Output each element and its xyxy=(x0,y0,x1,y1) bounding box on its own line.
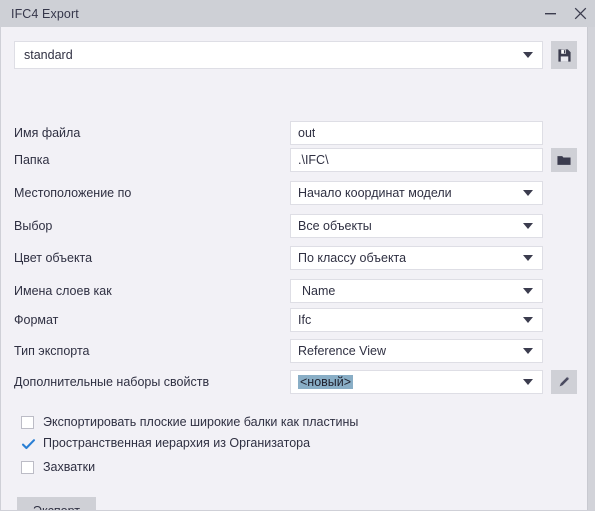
row-property-sets: Дополнительные наборы свойств <новый> xyxy=(14,369,577,395)
export-button[interactable]: Экспорт xyxy=(17,497,96,510)
row-location-by: Местоположение по Начало координат модели xyxy=(14,180,577,206)
checkbox-checked[interactable] xyxy=(21,437,36,450)
title-bar: IFC4 Export xyxy=(0,0,595,27)
checkbox-label: Пространственная иерархия из Организатор… xyxy=(43,436,311,450)
dialog-body: standard Имя файла out Папка .\IFC\ Мест… xyxy=(0,27,595,511)
selected-text: <новый> xyxy=(298,375,354,389)
dropdown[interactable]: Name xyxy=(290,279,543,303)
field-value: Начало координат модели xyxy=(298,186,452,200)
floppy-disk-icon xyxy=(557,48,572,63)
row-object-color: Цвет объекта По классу объекта xyxy=(14,245,577,271)
field-value: Все объекты xyxy=(298,219,372,233)
close-icon xyxy=(574,7,587,20)
checkbox-unchecked[interactable] xyxy=(21,415,34,429)
vertical-scrollbar[interactable] xyxy=(587,27,595,510)
field-value: Name xyxy=(302,284,336,298)
row-folder: Папка .\IFC\ xyxy=(14,147,577,173)
folder-icon xyxy=(557,154,571,166)
edit-property-sets-button[interactable] xyxy=(551,370,577,394)
chevron-down-icon xyxy=(523,348,533,354)
text-input[interactable]: out xyxy=(290,121,543,145)
row-format: Формат Ifc xyxy=(14,307,577,333)
field-label: Имя файла xyxy=(14,126,81,140)
dropdown[interactable]: По классу объекта xyxy=(290,246,543,270)
field-value: По классу объекта xyxy=(298,251,407,265)
field-value: <новый> xyxy=(291,375,354,389)
close-button[interactable] xyxy=(565,0,595,27)
checkbox-unchecked[interactable] xyxy=(21,460,34,474)
preset-row: standard xyxy=(14,41,577,69)
window-controls xyxy=(535,0,595,27)
field-label: Дополнительные наборы свойств xyxy=(14,375,210,389)
field-label: Папка xyxy=(14,153,50,167)
minimize-icon xyxy=(544,8,557,19)
row-filename: Имя файла out xyxy=(14,120,577,146)
checkbox-label: Экспортировать плоские широкие балки как… xyxy=(43,415,359,429)
field-label: Тип экспорта xyxy=(14,344,90,358)
field-label: Имена слоев как xyxy=(14,284,112,298)
row-export-type: Тип экспорта Reference View xyxy=(14,338,577,364)
chevron-down-icon xyxy=(523,223,533,229)
form-area: standard Имя файла out Папка .\IFC\ Мест… xyxy=(1,27,586,510)
ifc4-export-dialog: IFC4 Export standard Имя файла out Папка… xyxy=(0,0,595,511)
pencil-icon xyxy=(557,375,571,389)
checkbox-row-hierarchy[interactable]: Пространственная иерархия из Организатор… xyxy=(21,434,310,452)
field-label: Местоположение по xyxy=(14,186,132,200)
dropdown[interactable]: Все объекты xyxy=(290,214,543,238)
chevron-down-icon xyxy=(523,317,533,323)
field-label: Цвет объекта xyxy=(14,251,93,265)
check-icon xyxy=(21,438,36,449)
browse-folder-button[interactable] xyxy=(551,148,577,172)
row-selection: Выбор Все объекты xyxy=(14,213,577,239)
field-value: Reference View xyxy=(298,344,387,358)
checkbox-row-pours[interactable]: Захватки xyxy=(21,458,95,476)
checkbox-row-flat-beams[interactable]: Экспортировать плоские широкие балки как… xyxy=(21,413,358,431)
window-title: IFC4 Export xyxy=(11,6,79,21)
dropdown[interactable]: Reference View xyxy=(290,339,543,363)
chevron-down-icon xyxy=(523,379,533,385)
save-preset-button[interactable] xyxy=(551,41,577,69)
field-label: Формат xyxy=(14,313,59,327)
chevron-down-icon xyxy=(523,190,533,196)
minimize-button[interactable] xyxy=(535,0,565,27)
dropdown[interactable]: Начало координат модели xyxy=(290,181,543,205)
preset-value: standard xyxy=(24,48,73,62)
field-label: Выбор xyxy=(14,219,53,233)
text-input[interactable]: .\IFC\ xyxy=(290,148,543,172)
checkbox-label: Захватки xyxy=(43,460,96,474)
preset-dropdown[interactable]: standard xyxy=(14,41,543,69)
field-value: Ifc xyxy=(298,313,312,327)
chevron-down-icon xyxy=(523,52,533,58)
chevron-down-icon xyxy=(523,288,533,294)
dropdown[interactable]: <новый> xyxy=(290,370,543,394)
field-value: .\IFC\ xyxy=(298,153,329,167)
dropdown[interactable]: Ifc xyxy=(290,308,543,332)
chevron-down-icon xyxy=(523,255,533,261)
row-layer-names: Имена слоев как Name xyxy=(14,278,577,304)
field-value: out xyxy=(298,126,316,140)
